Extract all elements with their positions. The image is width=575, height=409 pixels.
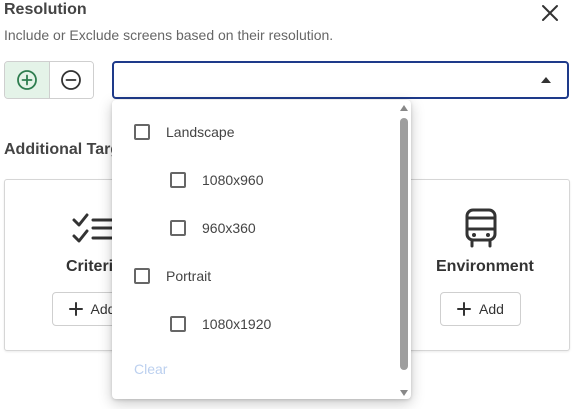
environment-card-label: Environment [436,258,534,275]
include-exclude-toggle [4,61,94,99]
option-label: Landscape [166,124,235,140]
dropdown-scrollbar[interactable] [397,100,411,399]
option-label: Portrait [166,268,212,284]
include-button[interactable] [5,62,50,98]
additional-targeting-title: Additional Targ [4,141,121,158]
resolution-dropdown: Landscape 1080x960 960x360 Portrait 1080… [112,100,411,399]
option-landscape[interactable]: Landscape [134,120,235,144]
scrollbar-thumb[interactable] [400,118,408,370]
option-1080x960[interactable]: 1080x960 [170,168,264,192]
checkbox[interactable] [134,124,150,140]
exclude-button[interactable] [49,62,93,98]
plus-icon [68,302,83,316]
close-icon [542,5,558,21]
checkbox[interactable] [170,220,186,236]
option-1080x1920[interactable]: 1080x1920 [170,312,271,336]
scroll-up-icon[interactable] [400,105,408,111]
checkbox[interactable] [170,172,186,188]
bus-icon [465,208,497,248]
environment-add-button[interactable]: Add [440,292,521,326]
plus-circle-icon [16,70,37,90]
environment-add-label: Add [479,301,504,317]
checkbox[interactable] [170,316,186,332]
option-label: 1080x960 [202,172,264,188]
dialog-subtitle: Include or Exclude screens based on thei… [4,27,334,43]
option-portrait[interactable]: Portrait [134,264,211,288]
dialog-title: Resolution [4,1,87,18]
scroll-down-icon[interactable] [400,390,408,396]
option-label: 960x360 [202,220,256,236]
option-label: 1080x1920 [202,316,272,332]
checkbox[interactable] [134,268,150,284]
criteria-card-label: Criteri [66,258,114,275]
caret-up-icon [541,77,551,83]
resolution-select[interactable] [112,61,569,99]
option-960x360[interactable]: 960x360 [170,216,256,240]
minus-circle-icon [61,70,82,90]
plus-icon [457,302,472,316]
close-button[interactable] [540,3,560,23]
clear-button[interactable]: Clear [134,361,167,377]
